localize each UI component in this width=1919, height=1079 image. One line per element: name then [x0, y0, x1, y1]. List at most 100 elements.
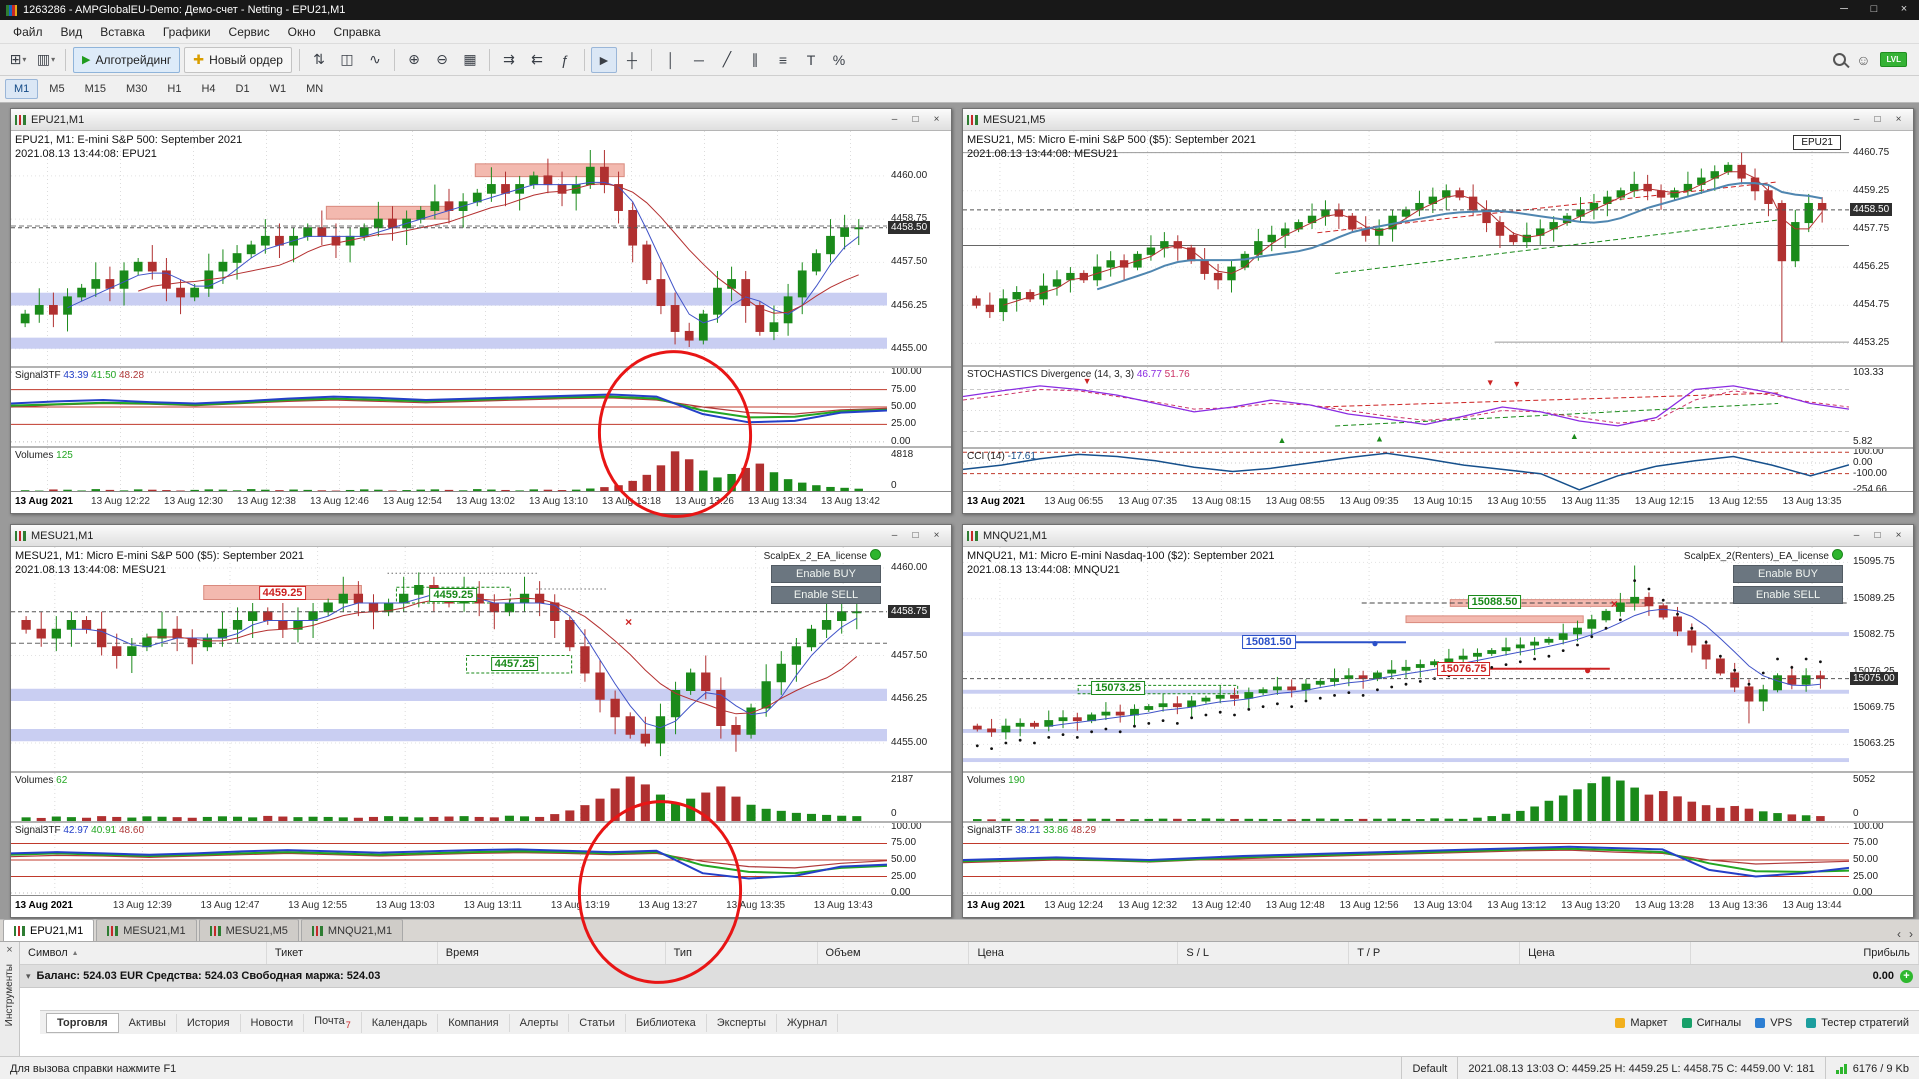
window-minimize-button[interactable]: – [884, 111, 905, 129]
profiles-icon[interactable]: ▥▾ [33, 47, 59, 73]
chart-tab-MNQU21,M1[interactable]: MNQU21,M1 [301, 919, 403, 941]
timeframe-button-MN[interactable]: MN [297, 79, 332, 99]
tile-windows-icon[interactable]: ▦ [457, 47, 483, 73]
window-minimize-button[interactable]: – [884, 527, 905, 545]
mesu21-m5-price-pane[interactable]: MESU21, M5: Micro E-mini S&P 500 ($5): S… [963, 131, 1849, 365]
chart-window-titlebar[interactable]: MESU21,M1–□× [11, 525, 951, 547]
account-icon[interactable]: ☺ [1856, 52, 1870, 68]
toolbox-close-icon[interactable]: × [6, 942, 12, 958]
enable-buy-button[interactable]: Enable BUY [771, 565, 881, 583]
service-Тестер стратегий[interactable]: Тестер стратегий [1806, 1017, 1909, 1029]
status-profile[interactable]: Default [1401, 1057, 1457, 1079]
chart-tab-EPU21,M1[interactable]: EPU21,M1 [3, 919, 94, 941]
service-Маркет[interactable]: Маркет [1615, 1017, 1667, 1029]
toolbox-tab-Активы[interactable]: Активы [119, 1014, 177, 1032]
window-maximize-button[interactable]: □ [1867, 111, 1888, 129]
mnqu21-m1-price-pane[interactable]: MNQU21, M1: Micro E-mini Nasdaq-100 ($2)… [963, 547, 1849, 771]
fibonacci-icon[interactable]: ≡ [770, 47, 796, 73]
line-mode-icon[interactable]: ∿ [362, 47, 388, 73]
zoom-out-icon[interactable]: ⊖ [429, 47, 455, 73]
chart-window-titlebar[interactable]: EPU21,M1–□× [11, 109, 951, 131]
toolbox-tab-Торговля[interactable]: Торговля [46, 1013, 119, 1033]
menu-item-Вставка[interactable]: Вставка [91, 22, 154, 42]
column-header-Символ[interactable]: Символ▲ [20, 942, 267, 964]
chart-shift-icon[interactable]: ⇇ [524, 47, 550, 73]
time-axis[interactable]: 13 Aug 202113 Aug 12:3913 Aug 12:4713 Au… [11, 895, 951, 916]
toolbox-tab-История[interactable]: История [177, 1014, 241, 1032]
collapse-arrow-icon[interactable]: ▾ [26, 971, 31, 982]
toolbox-tab-Почта[interactable]: Почта7 [304, 1012, 362, 1032]
algo-trading-button[interactable]: ▶Алготрейдинг [73, 47, 180, 73]
timeframe-button-H1[interactable]: H1 [158, 79, 190, 99]
timeframe-button-M1[interactable]: M1 [5, 79, 38, 99]
window-minimize-button[interactable]: – [1846, 111, 1867, 129]
window-minimize-button[interactable]: – [1846, 527, 1867, 545]
crosshair-icon[interactable]: ┼ [619, 47, 645, 73]
menu-item-Окно[interactable]: Окно [279, 22, 325, 42]
mesu21-m5-cci-pane[interactable]: CCI (14) -17.61 [963, 449, 1849, 493]
time-axis[interactable]: 13 Aug 202113 Aug 12:2213 Aug 12:3013 Au… [11, 491, 951, 512]
column-header-Объем[interactable]: Объем [818, 942, 970, 964]
toolbox-tab-Статьи[interactable]: Статьи [569, 1014, 626, 1032]
epu21-m1-price-pane[interactable]: EPU21, M1: E-mini S&P 500: September 202… [11, 131, 887, 366]
chart-window-titlebar[interactable]: MESU21,M5–□× [963, 109, 1913, 131]
channel-icon[interactable]: ∥ [742, 47, 768, 73]
enable-sell-button[interactable]: Enable SELL [771, 586, 881, 604]
price-axis[interactable]: 4460.754459.254457.754456.254454.754453.… [1848, 131, 1913, 493]
minimize-button[interactable]: ─ [1829, 0, 1859, 20]
mesu21-m1-volumes-pane[interactable]: Volumes 62 [11, 773, 887, 821]
zoom-in-icon[interactable]: ⊕ [401, 47, 427, 73]
horizontal-line-icon[interactable]: ─ [686, 47, 712, 73]
column-header-T / P[interactable]: T / P [1349, 942, 1520, 964]
column-header-Тип[interactable]: Тип [666, 942, 818, 964]
cursor-icon[interactable]: ► [591, 47, 617, 73]
time-axis[interactable]: 13 Aug 202113 Aug 12:2413 Aug 12:3213 Au… [963, 895, 1913, 916]
mnqu21-m1-volumes-pane[interactable]: Volumes 190 [963, 773, 1849, 821]
mesu21-m1-price-pane[interactable]: MESU21, M1: Micro E-mini S&P 500 ($5): S… [11, 547, 887, 771]
new-trade-plus-icon[interactable]: + [1900, 970, 1913, 983]
indicators-icon[interactable]: ƒ [552, 47, 578, 73]
timeframe-button-M5[interactable]: M5 [40, 79, 73, 99]
vertical-line-icon[interactable]: │ [658, 47, 684, 73]
column-header-Тикет[interactable]: Тикет [267, 942, 438, 964]
new-chart-icon[interactable]: ⊞▾ [5, 47, 31, 73]
price-axis[interactable]: 4460.004458.754457.504456.254455.004458.… [886, 547, 951, 897]
timeframe-button-W1[interactable]: W1 [261, 79, 296, 99]
timeframe-button-D1[interactable]: D1 [227, 79, 259, 99]
toolbox-tab-Календарь[interactable]: Календарь [362, 1014, 439, 1032]
time-axis[interactable]: 13 Aug 202113 Aug 06:5513 Aug 07:3513 Au… [963, 491, 1913, 512]
window-maximize-button[interactable]: □ [1867, 527, 1888, 545]
toolbox-tab-Компания[interactable]: Компания [438, 1014, 509, 1032]
window-close-button[interactable]: × [1888, 527, 1909, 545]
timeframe-button-H4[interactable]: H4 [192, 79, 224, 99]
new-order-button[interactable]: ✚Новый ордер [184, 47, 292, 73]
column-header-Цена[interactable]: Цена [1520, 942, 1691, 964]
menu-item-Справка[interactable]: Справка [325, 22, 390, 42]
toolbox-tab-Новости[interactable]: Новости [241, 1014, 305, 1032]
close-button[interactable]: × [1889, 0, 1919, 20]
toolbox-tab-Журнал[interactable]: Журнал [777, 1014, 838, 1032]
column-header-Прибыль[interactable]: Прибыль [1691, 942, 1919, 964]
column-header-S / L[interactable]: S / L [1178, 942, 1349, 964]
menu-item-Файл[interactable]: Файл [4, 22, 52, 42]
window-maximize-button[interactable]: □ [905, 111, 926, 129]
titlebar[interactable]: 1263286 - AMPGlobalEU-Demo: Демо-счет - … [0, 0, 1919, 20]
column-header-Цена[interactable]: Цена [969, 942, 1178, 964]
enable-sell-button[interactable]: Enable SELL [1733, 586, 1843, 604]
search-icon[interactable] [1833, 53, 1846, 66]
window-close-button[interactable]: × [926, 527, 947, 545]
menu-item-Сервис[interactable]: Сервис [220, 22, 279, 42]
price-axis[interactable]: 15095.7515089.2515082.7515076.2515069.75… [1848, 547, 1913, 897]
auto-scroll-icon[interactable]: ⇉ [496, 47, 522, 73]
bars-mode-icon[interactable]: ⇅ [306, 47, 332, 73]
mnqu21-m1-signal-pane[interactable]: Signal3TF 38.21 33.86 48.29 [963, 823, 1849, 897]
mesu21-m1-signal-pane[interactable]: Signal3TF 42.97 40.91 48.60 [11, 823, 887, 897]
mesu21-m5-stoch-pane[interactable]: ▼▲▲▼▼▲STOCHASTICS Divergence (14, 3, 3) … [963, 367, 1849, 447]
candles-mode-icon[interactable]: ◫ [334, 47, 360, 73]
chart-tab-MESU21,M5[interactable]: MESU21,M5 [199, 919, 299, 941]
toolbox-tab-Эксперты[interactable]: Эксперты [707, 1014, 777, 1032]
chart-window-titlebar[interactable]: MNQU21,M1–□× [963, 525, 1913, 547]
price-axis[interactable]: 4460.004458.754457.504456.254455.004458.… [886, 131, 951, 493]
toolbox-tab-Алерты[interactable]: Алерты [510, 1014, 570, 1032]
service-Сигналы[interactable]: Сигналы [1682, 1017, 1742, 1029]
